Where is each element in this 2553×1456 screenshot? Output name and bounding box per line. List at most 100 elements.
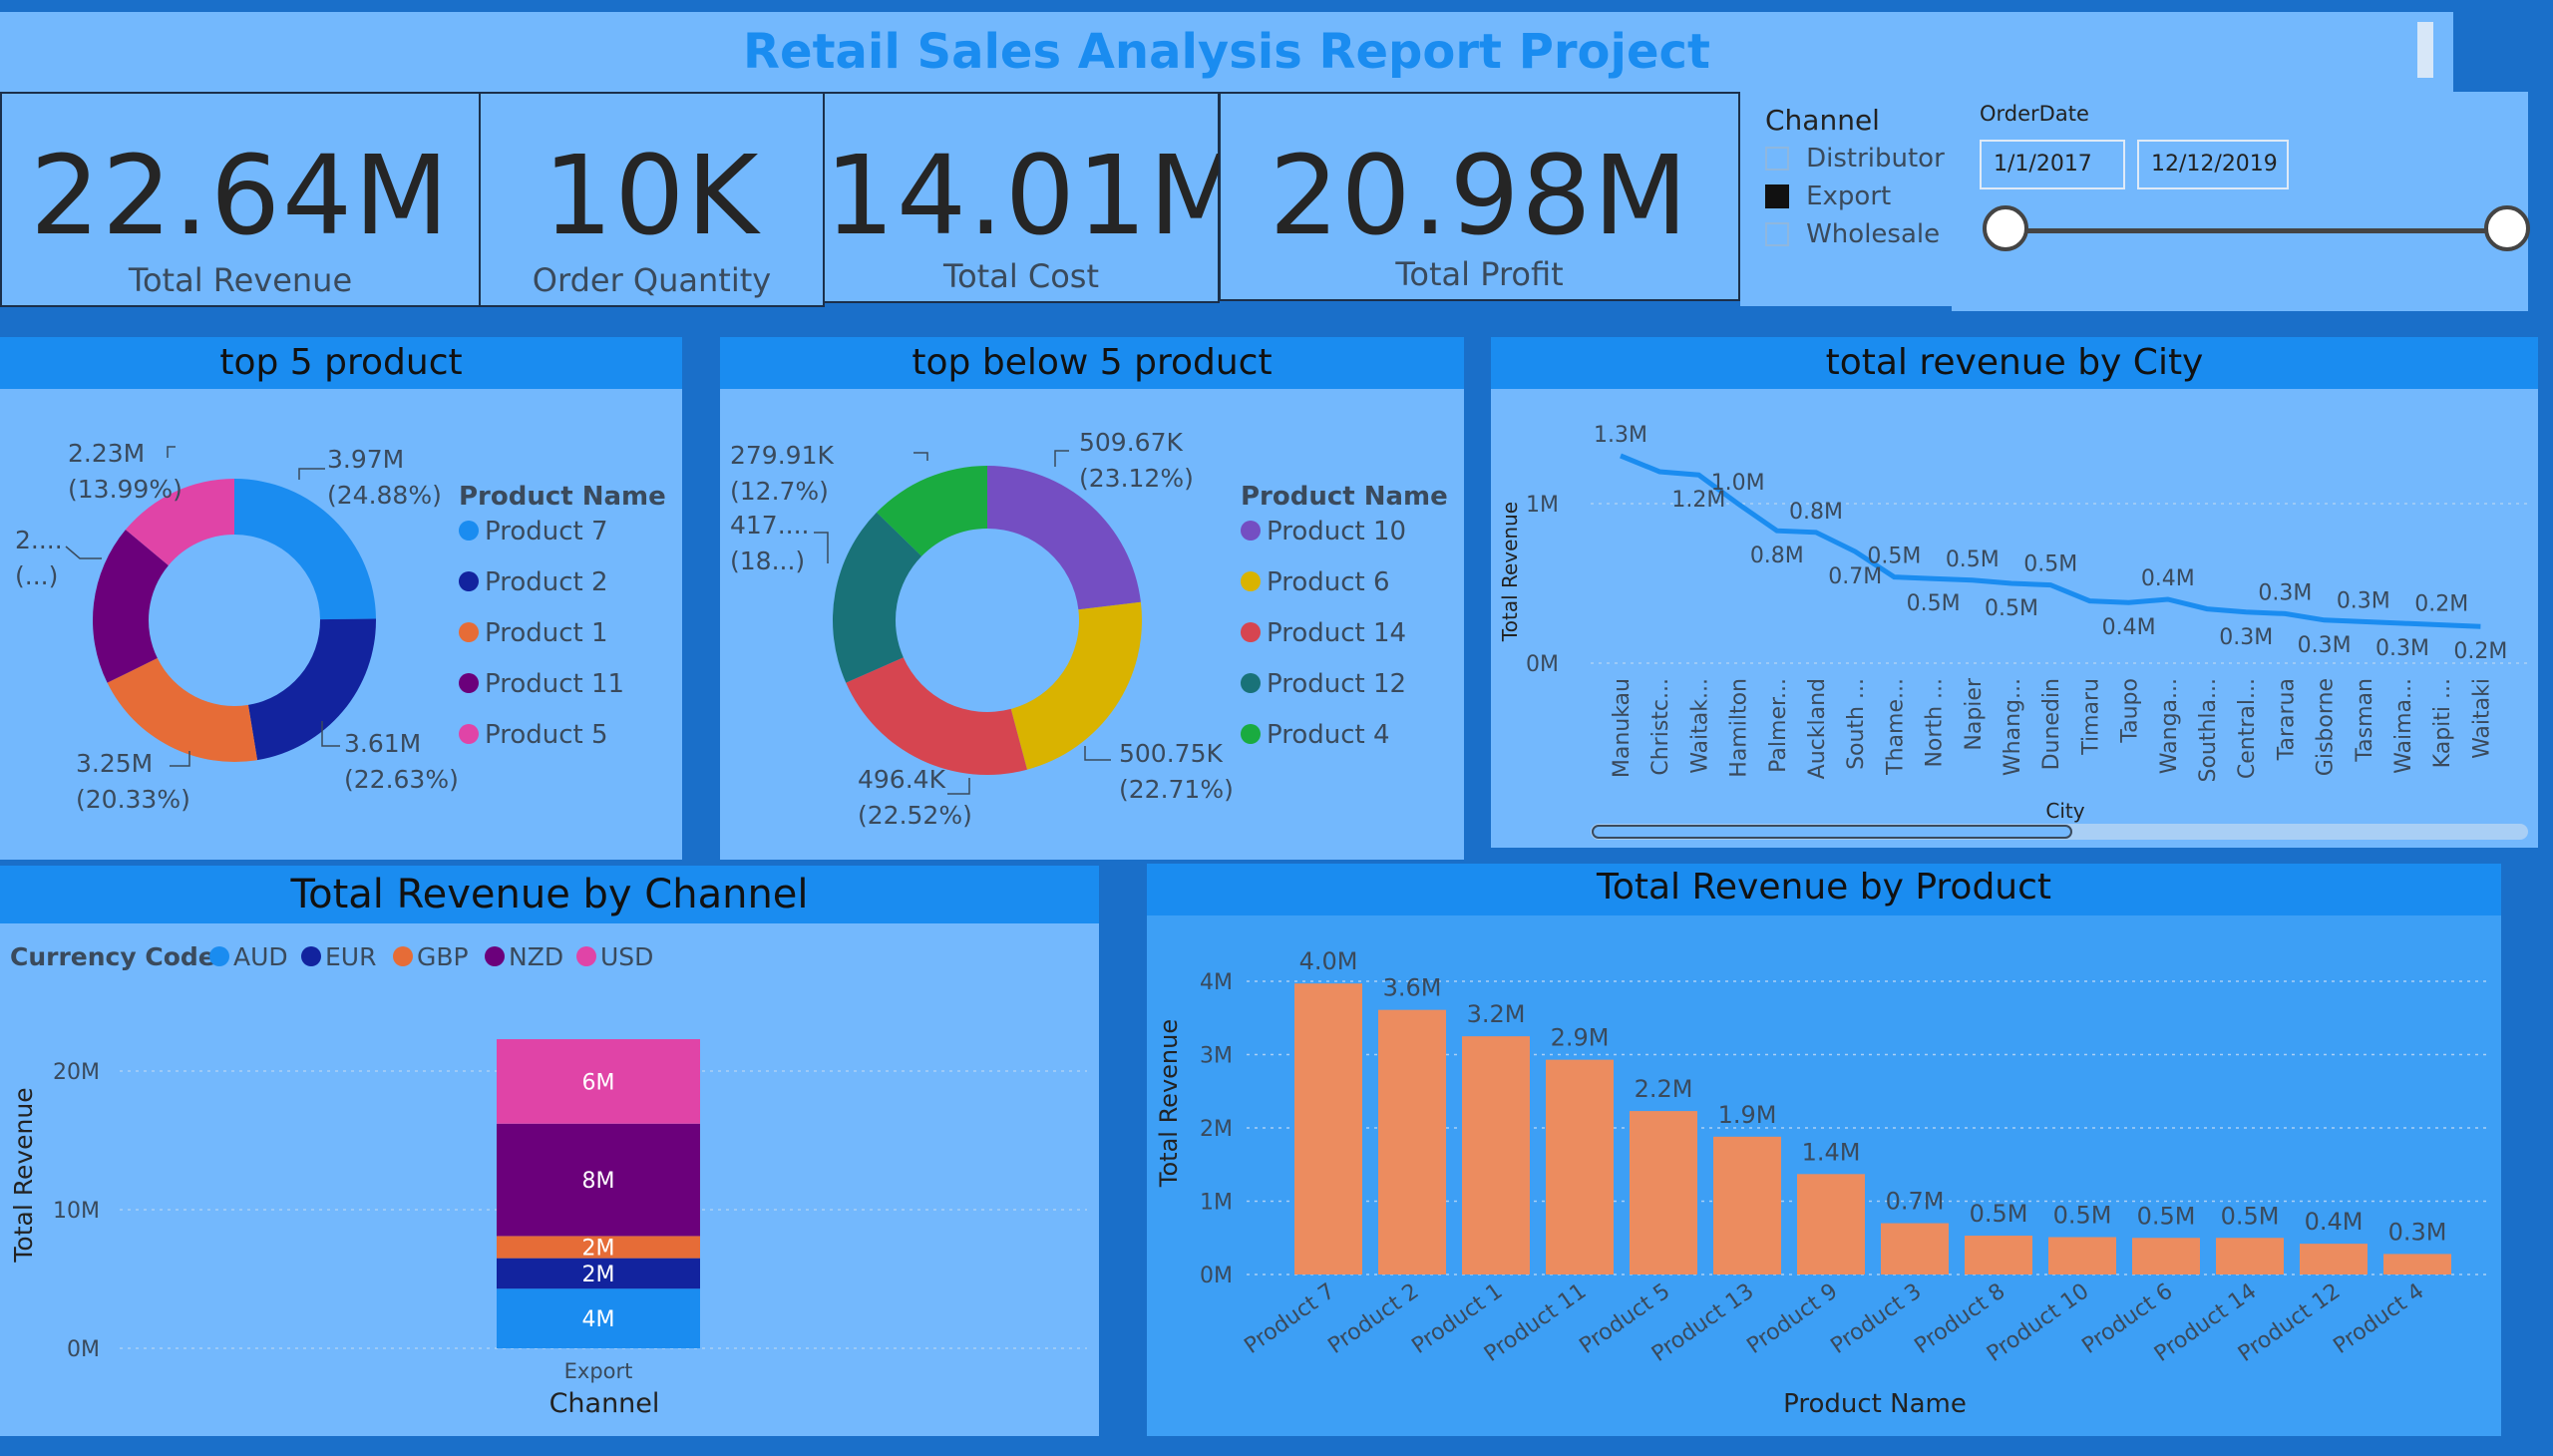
point-data-label: 0.3M — [2219, 625, 2273, 650]
legend-marker — [393, 946, 413, 966]
x-tick-label: Tararua — [2274, 678, 2299, 761]
x-tick-label: Whang... — [2001, 678, 2025, 776]
y-tick-label: 10M — [53, 1199, 100, 1224]
bar — [1462, 1036, 1530, 1274]
legend-item: EUR — [325, 942, 376, 971]
x-tick-label: Central... — [2235, 678, 2260, 779]
kpi-label: Order Quantity — [532, 261, 772, 299]
orderdate-slicer: OrderDate 1/1/2017 12/12/2019 — [1952, 92, 2530, 311]
x-tick-label: Napier — [1962, 677, 1987, 751]
x-tick-label: Waitaki — [2469, 678, 2494, 759]
bar-data-label: 0.7M — [1886, 1188, 1945, 1216]
leader-line — [65, 546, 102, 559]
date-range-start-handle[interactable] — [1983, 205, 2028, 251]
leader-line — [1054, 450, 1069, 467]
segment-data-label: 4M — [582, 1307, 615, 1332]
bar-chart-svg: 0M 1M 2M 3M 4M Total Revenue 4.0M Product 7 3.6M… — [1155, 947, 2489, 1419]
slice-percent-label: (...) — [15, 561, 58, 590]
slicer-option-export[interactable]: Export — [1765, 182, 1891, 217]
bar — [1294, 983, 1362, 1274]
point-data-label: 0.4M — [2141, 566, 2195, 591]
x-axis-title: Product Name — [1783, 1389, 1967, 1419]
kpi-value: 22.64M — [30, 132, 451, 259]
y-axis-title: Total Revenue — [9, 1087, 38, 1263]
legend-item: Product 2 — [485, 567, 608, 597]
scrollbar-thumb[interactable] — [2417, 22, 2433, 78]
legend-marker — [459, 724, 479, 744]
legend-marker — [576, 946, 596, 966]
legend-marker — [459, 622, 479, 642]
bar — [2300, 1244, 2368, 1274]
slice-percent-label: (22.71%) — [1119, 775, 1234, 804]
point-data-label: 0.2M — [2453, 639, 2507, 664]
x-tick-label: Waima... — [2391, 678, 2416, 774]
x-tick-label: Product 4 — [2329, 1278, 2428, 1358]
bar — [2216, 1238, 2284, 1274]
point-data-label: 0.5M — [2023, 552, 2077, 577]
legend-marker — [301, 946, 321, 966]
point-data-label: 1.0M — [1711, 471, 1765, 496]
checkbox-unchecked[interactable] — [1765, 222, 1789, 246]
y-tick-label: 2M — [1200, 1117, 1233, 1142]
x-tick-label: Waitak... — [1687, 678, 1712, 774]
legend-item: GBP — [417, 942, 469, 971]
x-axis-title: Channel — [549, 1388, 660, 1419]
x-tick-label: Auckland — [1805, 678, 1830, 779]
slice-data-label: 2.23M — [68, 439, 145, 468]
revenue-by-channel-chart: Total Revenue by Channel Currency Code AU… — [0, 866, 1099, 1436]
x-tick-label: Gisborne — [2314, 678, 2339, 776]
legend-marker — [459, 673, 479, 693]
x-tick-label: Dunedin — [2039, 678, 2064, 770]
start-date-input[interactable]: 1/1/2017 — [1980, 140, 2125, 189]
leader-line — [913, 452, 928, 461]
segment-data-label: 8M — [582, 1169, 615, 1194]
slicer-option-distributor[interactable]: Distributor — [1765, 144, 1945, 180]
checkbox-checked[interactable] — [1765, 184, 1789, 208]
y-tick-label: 0M — [1526, 652, 1559, 677]
date-range-end-handle[interactable] — [2484, 205, 2530, 251]
bar-data-label: 0.5M — [1970, 1200, 2028, 1228]
bar — [2132, 1238, 2200, 1274]
x-tick-label: Kapiti ... — [2430, 678, 2455, 768]
point-data-label: 0.4M — [2102, 615, 2156, 640]
x-axis-title: City — [2045, 799, 2084, 823]
stacked-bar-chart-svg: Currency Code AUD EUR GBP NZD USD 0M 10M 20M Tota… — [9, 942, 1087, 1419]
x-tick-label: Manukau — [1610, 678, 1635, 778]
kpi-card-total-profit: 20.98M Total Profit — [1219, 92, 1740, 301]
legend-item: Product 11 — [485, 669, 624, 699]
x-tick-label: Christc... — [1648, 678, 1673, 776]
point-data-label: 0.3M — [2337, 588, 2390, 613]
bar-data-label: 1.4M — [1802, 1138, 1861, 1166]
y-tick-label: 1M — [1526, 493, 1559, 518]
x-tick-label: Export — [564, 1359, 633, 1383]
y-tick-label: 4M — [1200, 970, 1233, 995]
segment-data-label: 6M — [582, 1070, 615, 1095]
legend-item: Product 12 — [1267, 669, 1406, 699]
bar — [1630, 1111, 1697, 1274]
slice-data-label: 496.4K — [858, 765, 946, 794]
checkbox-unchecked[interactable] — [1765, 147, 1789, 171]
slicer-option-label: Distributor — [1806, 144, 1945, 174]
legend-item: Product 5 — [485, 720, 608, 750]
line-chart-svg: 0M 1MTotal Revenue Manukau Christc... Waitak… — [1498, 423, 2528, 840]
end-date-input[interactable]: 12/12/2019 — [2137, 140, 2289, 189]
legend-marker — [1241, 571, 1261, 591]
slice-data-label: 500.75K — [1119, 739, 1223, 768]
slicer-option-wholesale[interactable]: Wholesale — [1765, 219, 1940, 255]
bar-data-label: 2.2M — [1635, 1075, 1693, 1103]
horizontal-scrollbar-thumb — [1592, 825, 2072, 839]
leader-line — [947, 778, 970, 795]
date-slicer-title: OrderDate — [1980, 102, 2089, 126]
point-data-label: 0.3M — [2298, 633, 2352, 658]
kpi-value: 20.98M — [1269, 132, 1690, 259]
top-below-5-product-chart: top below 5 product 509.67K (23.12%) 500.7… — [720, 337, 1464, 860]
legend-marker — [1241, 673, 1261, 693]
date-range-track — [2007, 228, 2502, 233]
x-tick-label: Palmer... — [1766, 678, 1791, 773]
point-data-label: 0.3M — [2375, 636, 2429, 661]
bar-data-label: 3.2M — [1467, 1000, 1526, 1028]
point-data-label: 0.5M — [1985, 596, 2038, 621]
report-title: Retail Sales Analysis Report Project — [743, 24, 1710, 80]
report-header: Retail Sales Analysis Report Project — [0, 12, 2453, 92]
x-tick-label: Taupo — [2118, 678, 2143, 744]
